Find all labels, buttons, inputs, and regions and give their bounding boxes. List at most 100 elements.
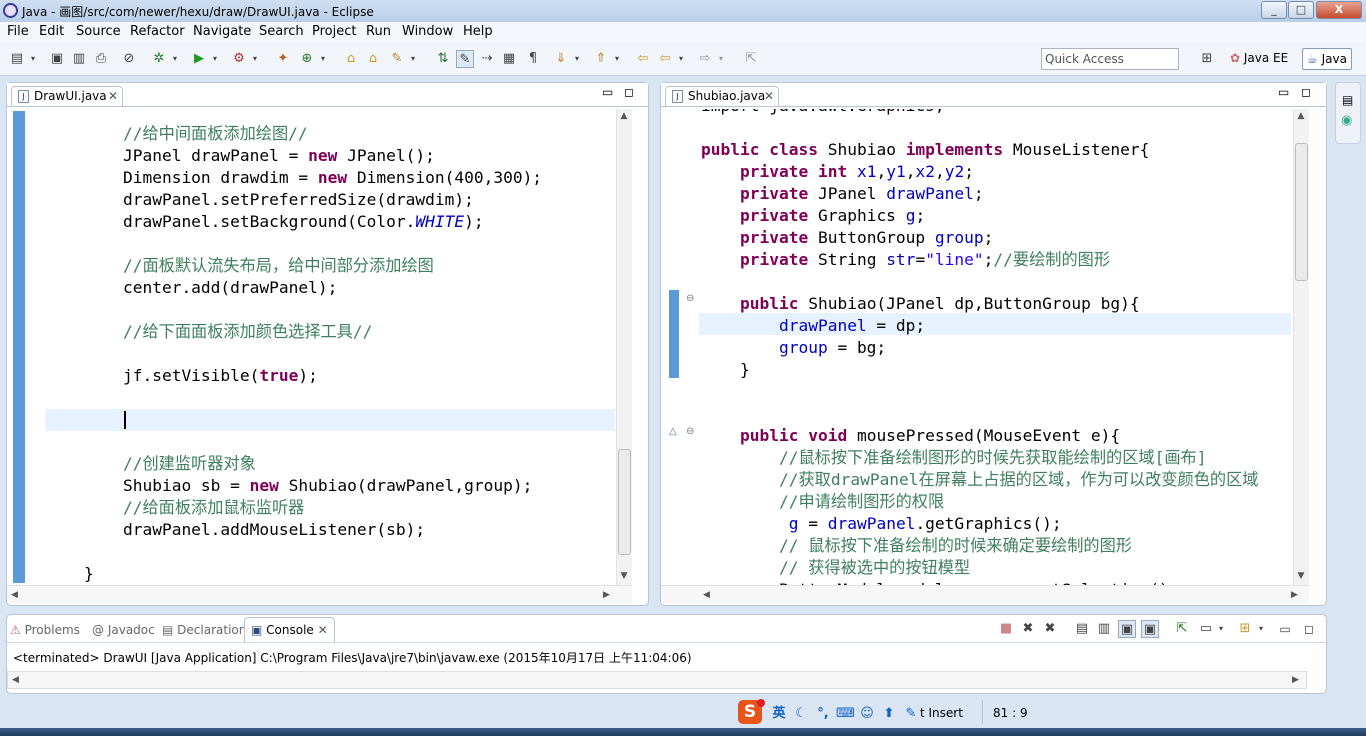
scroll-left-arrow[interactable]: ◀ [12,675,19,685]
scroll-up-arrow[interactable]: ▲ [1294,111,1308,121]
scroll-left-arrow[interactable]: ◀ [703,590,710,600]
block-selection-icon[interactable]: ▦ [500,50,518,68]
tab-shubiao[interactable]: J Shubiao.java ✕ [665,86,779,106]
right-vertical-scrollbar[interactable]: ▲ ▼ [1293,109,1309,585]
left-scroll-thumb[interactable] [618,449,631,555]
user-icon[interactable]: ☺ [858,705,876,723]
menu-search[interactable]: Search [259,24,304,39]
prev-edit-icon[interactable]: ⇑ [592,50,610,68]
wrench-icon[interactable]: ✎ [902,705,920,723]
prev-edit-dropdown-icon[interactable]: ▾ [612,50,622,68]
last-edit-location-icon[interactable]: ⇦ [634,50,652,68]
search-dropdown-icon[interactable]: ▾ [408,50,418,68]
tab-javadoc[interactable]: @ Javadoc [92,620,155,642]
menu-project[interactable]: Project [312,24,356,39]
tab-declaration[interactable]: ▤ Declaration [162,620,246,642]
menu-edit[interactable]: Edit [39,24,64,39]
maximize-view-icon[interactable]: ◻ [1301,85,1311,99]
remove-launch-icon[interactable]: ✖ [1019,620,1037,638]
left-vertical-scrollbar[interactable]: ▲ ▼ [616,109,632,585]
close-tab-icon[interactable]: ✕ [108,87,118,106]
minimize-view-icon[interactable]: ▭ [1278,85,1289,99]
perspective-java-ee[interactable]: ✿ Java EE [1226,48,1292,70]
scroll-up-arrow[interactable]: ▲ [617,111,631,121]
menu-help[interactable]: Help [463,24,493,39]
console-output[interactable]: <terminated> DrawUI [Java Application] C… [13,649,1313,667]
tab-drawui[interactable]: J DrawUI.java ✕ [11,86,123,106]
scroll-right-arrow[interactable]: ▶ [1291,590,1298,600]
debug-dropdown-icon[interactable]: ▾ [170,50,180,68]
display-console-dropdown-icon[interactable]: ▾ [1216,620,1226,638]
external-tools-icon[interactable]: ⚙ [230,50,248,68]
run-dropdown-icon[interactable]: ▾ [210,50,220,68]
fold-collapse-icon[interactable]: ⊖ [686,293,694,304]
new-class-icon[interactable]: ⊕ [298,50,316,68]
scroll-left-arrow[interactable]: ◀ [11,590,18,600]
menu-refactor[interactable]: Refactor [130,24,185,39]
menu-window[interactable]: Window [402,24,453,39]
show-whitespace-icon[interactable]: ¶ [524,50,542,68]
debug-icon[interactable]: ✲ [150,50,168,68]
toggle-word-wrap-icon[interactable]: ⇢ [478,50,496,68]
terminate-icon[interactable]: ■ [997,620,1015,638]
menu-navigate[interactable]: Navigate [193,24,251,39]
quick-access-input[interactable]: Quick Access [1041,48,1179,70]
show-on-output-icon[interactable]: ▣ [1118,620,1136,638]
open-perspective-icon[interactable]: ⊞ [1198,50,1216,68]
maximize-view-icon[interactable]: ◻ [1300,620,1318,638]
external-tools-dropdown-icon[interactable]: ▾ [250,50,260,68]
minimize-view-icon[interactable]: ▭ [602,85,613,99]
keyboard-icon[interactable]: ⌨ [836,705,855,723]
restore-icon[interactable]: ▤ [1342,93,1353,107]
remove-all-terminated-icon[interactable]: ✖ [1041,620,1059,638]
back-dropdown-icon[interactable]: ▾ [676,50,686,68]
palette-icon[interactable]: ◉ [1341,113,1352,128]
clear-console-icon[interactable]: ▤ [1073,620,1091,638]
new-class-dropdown-icon[interactable]: ▾ [318,50,328,68]
minimize-button[interactable]: _ [1261,1,1287,19]
forward-dropdown-icon[interactable]: ▾ [716,50,726,68]
save-all-icon[interactable]: ▥ [70,50,88,68]
next-edit-dropdown-icon[interactable]: ▾ [572,50,582,68]
close-button[interactable]: X [1316,1,1362,19]
maximize-button[interactable]: □ [1288,1,1314,19]
scroll-down-arrow[interactable]: ▼ [1294,571,1308,581]
next-annotation-icon[interactable]: ⇅ [434,50,452,68]
menu-source[interactable]: Source [76,24,121,39]
minimize-view-icon[interactable]: ▭ [1276,620,1294,638]
right-scroll-thumb[interactable] [1295,143,1308,281]
right-code-area[interactable]: import java.awt.Graphics; public class Sh… [699,109,1291,585]
open-console-dropdown-icon[interactable]: ▾ [1256,620,1266,638]
new-dropdown-icon[interactable]: ▾ [28,50,38,68]
left-code-area[interactable]: //给中间面板添加绘图// JPanel drawPanel = new JPa… [27,109,615,585]
menu-file[interactable]: File [7,24,29,39]
close-tab-icon[interactable]: ✕ [764,87,774,106]
scroll-right-arrow[interactable]: ▶ [603,590,610,600]
right-horizontal-scrollbar[interactable]: ◀ ▶ [661,585,1309,603]
scroll-lock-icon[interactable]: ▥ [1095,620,1113,638]
new-icon[interactable]: ▤ [8,50,26,68]
pin-console-icon[interactable]: ⇱ [1173,620,1191,638]
upload-icon[interactable]: ⬆ [880,705,898,723]
show-on-error-icon[interactable]: ▣ [1141,620,1159,638]
open-type-icon[interactable]: ⌂ [342,50,360,68]
display-console-icon[interactable]: ▭ [1197,620,1215,638]
menu-run[interactable]: Run [366,24,391,39]
print-icon[interactable]: ⎙ [92,50,110,68]
scroll-down-arrow[interactable]: ▼ [617,571,631,581]
mark-occurrences-icon[interactable]: ✎ [456,50,474,68]
save-icon[interactable]: ▣ [48,50,66,68]
fold-collapse-icon[interactable]: ⊖ [686,426,694,437]
ime-language-toggle[interactable]: 英 [770,705,788,723]
search-icon[interactable]: ✎ [388,50,406,68]
tab-problems[interactable]: ⚠ Problems [10,620,80,642]
open-console-icon[interactable]: ⊞ [1236,620,1254,638]
back-icon[interactable]: ⇦ [656,50,674,68]
punctuation-icon[interactable]: °, [814,705,832,723]
pin-editor-icon[interactable]: ⇱ [742,50,760,68]
next-edit-icon[interactable]: ⇓ [552,50,570,68]
skip-breakpoints-icon[interactable]: ⊘ [120,50,138,68]
maximize-view-icon[interactable]: ◻ [624,85,634,99]
tab-console[interactable]: ▣ Console ✕ [244,617,335,642]
run-icon[interactable]: ▶ [190,50,208,68]
